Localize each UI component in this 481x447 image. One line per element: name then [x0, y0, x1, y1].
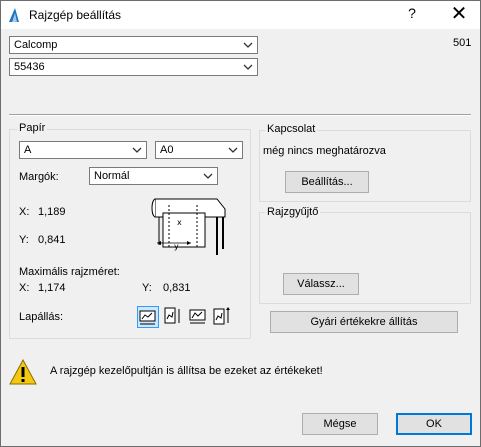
plotter-settings-dialog: Rajzgép beállítás ? ✕ Calcomp 55436 501 … [0, 0, 481, 447]
diagram-x-label: x [177, 218, 182, 227]
title-bar: Rajzgép beállítás ? ✕ [1, 1, 480, 29]
separator [9, 114, 471, 116]
collector-group-title: Rajzgyűjtő [265, 206, 321, 218]
orientation-landscape-icon [139, 310, 156, 325]
help-button[interactable]: ? [397, 5, 427, 21]
plotter-model-select[interactable]: Calcomp [9, 36, 258, 54]
close-button[interactable]: ✕ [441, 3, 477, 25]
paper-group-title: Papír [17, 122, 48, 134]
orientation-portrait-flipped-icon [213, 307, 230, 325]
paper-size-select[interactable]: A0 [155, 141, 243, 159]
warning-icon [9, 359, 37, 385]
max-y-label: Y: [142, 282, 152, 294]
margins-label: Margók: [19, 171, 59, 183]
cancel-button[interactable]: Mégse [302, 413, 378, 435]
chevron-down-icon [243, 64, 253, 70]
collector-choose-button[interactable]: Válassz... [283, 273, 359, 295]
plotter-variant-select[interactable]: 55436 [9, 58, 258, 76]
margins-select[interactable]: Normál [89, 167, 218, 185]
paper-series-select[interactable]: A [19, 141, 147, 159]
orientation-portrait-icon [164, 307, 180, 324]
orientation-portrait-right-button[interactable] [212, 306, 234, 328]
orientation-landscape-left-button[interactable] [137, 306, 159, 328]
chevron-down-icon [228, 147, 238, 153]
factory-defaults-button[interactable]: Gyári értékekre állítás [270, 311, 458, 333]
diagram-y-label: y [174, 242, 179, 251]
connection-status: még nincs meghatározva [263, 145, 386, 157]
connection-group-title: Kapcsolat [265, 123, 318, 135]
paper-x-label: X: [19, 206, 30, 218]
plotter-model-value: Calcomp [14, 39, 58, 51]
plotter-illustration-icon: y x [151, 198, 226, 255]
app-icon [9, 8, 19, 22]
plotter-number: 501 [453, 37, 472, 49]
warning-text: A rajzgép kezelőpultján is állítsa be ez… [50, 365, 323, 377]
orientation-portrait-left-button[interactable] [162, 306, 184, 328]
paper-size-value: A0 [160, 144, 174, 156]
paper-y-value: 0,841 [38, 234, 66, 246]
max-y-value: 0,831 [163, 282, 191, 294]
chevron-down-icon [243, 42, 253, 48]
plotter-variant-value: 55436 [14, 61, 45, 73]
chevron-down-icon [132, 147, 142, 153]
orientation-landscape-right-button[interactable] [187, 306, 209, 328]
paper-y-label: Y: [19, 234, 29, 246]
window-title: Rajzgép beállítás [29, 8, 122, 22]
ok-button[interactable]: OK [396, 413, 472, 435]
max-x-value: 1,174 [38, 282, 66, 294]
chevron-down-icon [203, 173, 213, 179]
paper-series-value: A [24, 144, 32, 156]
paper-x-value: 1,189 [38, 206, 66, 218]
margins-value: Normál [94, 170, 130, 182]
connection-settings-button[interactable]: Beállítás... [285, 171, 369, 193]
max-x-label: X: [19, 282, 30, 294]
orientation-label: Lapállás: [19, 311, 64, 323]
max-size-label: Maximális rajzméret: [19, 266, 120, 278]
orientation-landscape-flipped-icon [189, 309, 206, 324]
